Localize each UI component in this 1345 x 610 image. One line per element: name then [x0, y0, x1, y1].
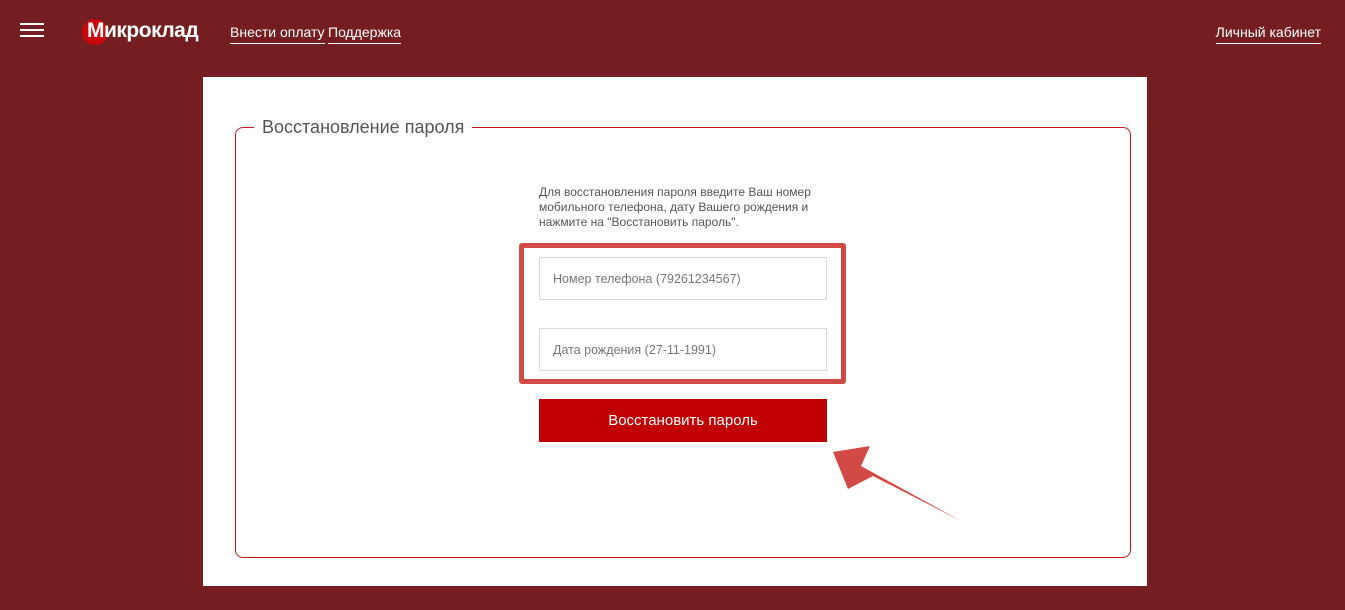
content-card: Восстановление пароля Для восстановления… — [203, 77, 1147, 586]
nav-link-pay[interactable]: Внести оплату — [230, 24, 325, 44]
top-bar: Микроклад Внести оплату Поддержка Личный… — [0, 0, 1345, 66]
hamburger-line — [20, 29, 44, 31]
nav-link-support[interactable]: Поддержка — [328, 24, 402, 44]
password-recovery-fieldset: Восстановление пароля Для восстановления… — [235, 116, 1131, 558]
nav-link-personal-cabinet[interactable]: Личный кабинет — [1215, 24, 1321, 44]
logo[interactable]: Микроклад — [82, 16, 199, 46]
hamburger-menu-icon[interactable] — [20, 23, 44, 37]
instructions-text: Для восстановления пароля введите Ваш но… — [539, 185, 811, 229]
phone-input[interactable] — [539, 257, 827, 300]
restore-password-button[interactable]: Восстановить пароль — [539, 399, 827, 442]
hamburger-line — [20, 23, 44, 25]
fieldset-legend: Восстановление пароля — [254, 116, 473, 138]
birthdate-input[interactable] — [539, 328, 827, 371]
logo-text: Микроклад — [87, 19, 199, 42]
hamburger-line — [20, 35, 44, 37]
